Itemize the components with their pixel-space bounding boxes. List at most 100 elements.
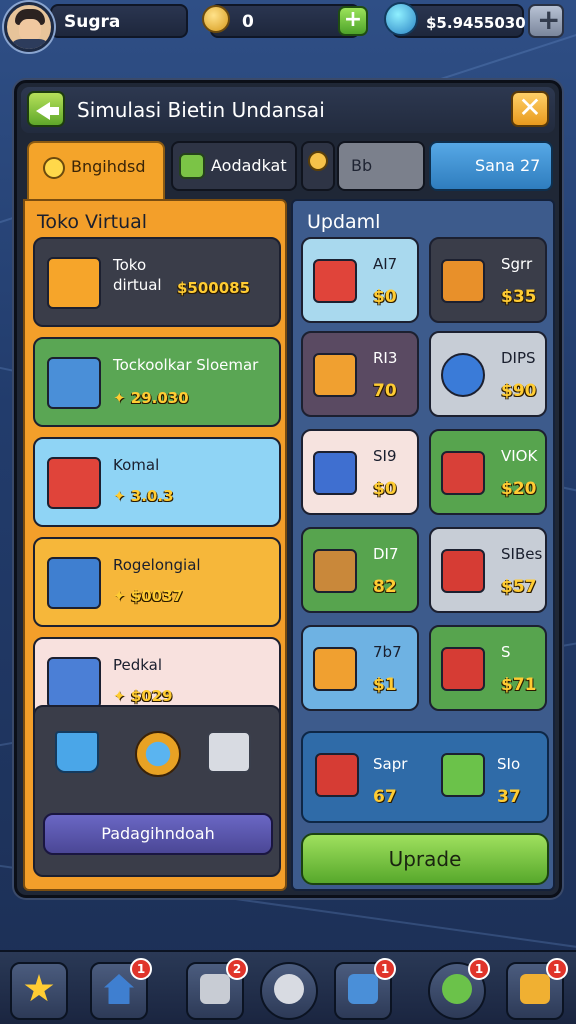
upgrade-card[interactable]: 7b7 $1 <box>301 625 419 711</box>
stack-icon <box>200 974 230 1004</box>
tab-location[interactable] <box>301 141 335 191</box>
pin-icon <box>308 151 328 171</box>
item-name: VIOK <box>501 447 538 465</box>
clock-icon <box>441 353 485 397</box>
upgrade-card[interactable]: SI9 $0 <box>301 429 419 515</box>
tab-sana[interactable]: Sana 27 <box>429 141 553 191</box>
item-name: Sgrr <box>501 255 533 273</box>
star-icon: ✦ <box>113 587 131 605</box>
nav-favorites[interactable] <box>10 962 68 1020</box>
item-name: RI3 <box>373 349 398 367</box>
gem-icon <box>384 2 418 36</box>
item-price: $57 <box>501 577 537 597</box>
item-name: Komal <box>113 456 160 474</box>
nav-home[interactable]: 1 <box>90 958 152 1020</box>
green-box-icon <box>441 753 485 797</box>
panel-title: Simulasi Bietin Undansai <box>77 98 325 122</box>
item-name: SIo <box>497 755 521 773</box>
upgrade-card[interactable]: RI3 70 <box>301 331 419 417</box>
nav-tools[interactable] <box>260 962 318 1020</box>
gift-box-icon <box>315 753 359 797</box>
truck-icon <box>47 657 101 709</box>
tab-label: Aodadkat <box>211 156 287 175</box>
compass-icon[interactable] <box>135 731 181 777</box>
item-price: $0 <box>373 479 397 499</box>
gift-box-icon <box>441 549 485 593</box>
notification-badge: 1 <box>468 958 490 980</box>
picture-icon <box>520 974 550 1004</box>
upgrade-card[interactable]: S $71 <box>429 625 547 711</box>
tab-items[interactable]: Aodadkat <box>171 141 297 191</box>
item-name: SIBes <box>501 545 543 563</box>
bottom-nav: 1 2 1 1 1 <box>0 950 576 1024</box>
item-price: $71 <box>501 675 537 695</box>
tab-shop[interactable]: Bngihdsd <box>27 141 165 203</box>
avatar[interactable] <box>4 2 54 52</box>
coin-icon <box>43 157 65 179</box>
upgrade-card[interactable]: DI7 82 <box>301 527 419 613</box>
display-cart-icon <box>441 451 485 495</box>
store-item-card[interactable]: Toko dirtual $500085 <box>33 237 281 327</box>
item-name: Toko dirtual <box>113 256 162 294</box>
basket-icon[interactable] <box>55 731 99 773</box>
section-title: Toko Virtual <box>37 211 148 233</box>
back-button[interactable] <box>27 91 65 127</box>
item-name: DIPS <box>501 349 536 367</box>
action-button[interactable]: Padagihndoah <box>43 813 273 855</box>
upgrade-card[interactable]: DIPS $90 <box>429 331 547 417</box>
close-button[interactable]: ✕ <box>511 91 549 127</box>
item-price: ✦ $029 <box>113 687 173 705</box>
item-price: 70 <box>373 381 397 401</box>
panel-header: Simulasi Bietin Undansai ✕ <box>21 87 555 133</box>
combo-offer-card[interactable]: Sapr 67 SIo 37 <box>301 731 549 823</box>
cash-register-icon <box>441 647 485 691</box>
notification-badge: 1 <box>130 958 152 980</box>
item-name: SI9 <box>373 447 397 465</box>
plant-icon <box>313 549 357 593</box>
box-icon[interactable] <box>207 731 251 773</box>
item-price: 82 <box>373 577 397 597</box>
tab-label: Bb <box>351 156 373 175</box>
top-bar: Sugra 0 + $5.9455030 <box>0 0 576 52</box>
item-price: $35 <box>501 287 537 307</box>
item-price: ✦ $0037 <box>113 587 183 605</box>
player-name-pill: Sugra <box>50 4 188 38</box>
cart-icon <box>441 259 485 303</box>
tools-panel: Padagihndoah <box>33 705 281 877</box>
item-name: S <box>501 643 511 661</box>
section-title: Updaml <box>307 211 381 233</box>
item-name: Sapr <box>373 755 408 773</box>
store-item-card[interactable]: Rogelongial ✦ $0037 <box>33 537 281 627</box>
notification-badge: 2 <box>226 958 248 980</box>
star-icon <box>24 974 54 1002</box>
item-price: 67 <box>373 787 397 807</box>
player-name: Sugra <box>64 12 121 32</box>
star-icon: ✦ <box>113 687 131 705</box>
item-price: ✦ 3.0.3 <box>113 487 174 505</box>
upgrade-button[interactable]: Uprade <box>301 833 549 885</box>
nav-map[interactable]: 1 <box>334 958 396 1020</box>
store-item-card[interactable]: Komal ✦ 3.0.3 <box>33 437 281 527</box>
coin-icon <box>202 5 230 33</box>
nav-gallery[interactable]: 1 <box>506 958 568 1020</box>
menu-button[interactable] <box>528 3 564 38</box>
item-price: $500085 <box>177 279 251 297</box>
item-price: $1 <box>373 675 397 695</box>
notification-badge: 1 <box>374 958 396 980</box>
add-coins-button[interactable]: + <box>338 6 368 36</box>
upgrade-card[interactable]: Sgrr $35 <box>429 237 547 323</box>
item-price: $20 <box>501 479 537 499</box>
item-name: Rogelongial <box>113 556 201 574</box>
item-price: $0 <box>373 287 397 307</box>
item-name: Tockoolkar Sloemar <box>113 356 259 374</box>
store-item-card[interactable]: Tockoolkar Sloemar ✦ 29.030 <box>33 337 281 427</box>
nav-inventory[interactable]: 2 <box>186 958 248 1020</box>
vending-machine-icon <box>313 259 357 303</box>
upgrade-card[interactable]: AI7 $0 <box>301 237 419 323</box>
upgrade-card[interactable]: VIOK $20 <box>429 429 547 515</box>
upgrade-card[interactable]: SIBes $57 <box>429 527 547 613</box>
tab-bb[interactable]: Bb <box>337 141 425 191</box>
item-price: 37 <box>497 787 521 807</box>
item-name: Pedkal <box>113 656 163 674</box>
nav-chat[interactable]: 1 <box>428 958 490 1020</box>
